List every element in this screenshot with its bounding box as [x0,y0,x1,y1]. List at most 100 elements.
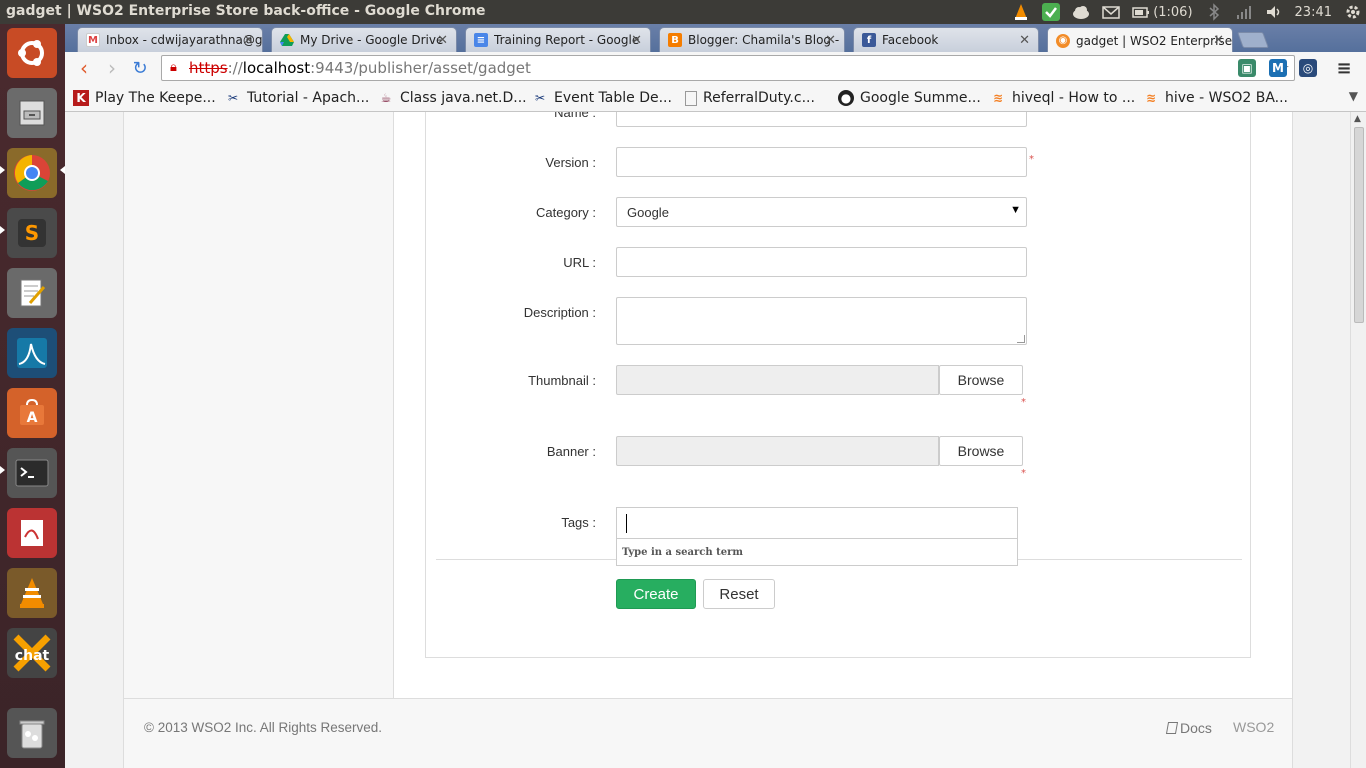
vlc-tray-icon[interactable] [1012,3,1030,21]
banner-label: Banner : [546,444,596,459]
reset-button[interactable]: Reset [703,579,775,609]
tab-close-icon[interactable]: ✕ [243,33,254,48]
ubuntu-logo-icon [18,40,44,66]
browser-toolbar: ‹ › ↻ 🔒︎ https :// localhost :9443/publi… [65,52,1366,84]
bookmark-item[interactable]: ≋ hive - WSO2 BA... [1143,88,1288,108]
system-tray: (1:06) 23:41 [1012,2,1362,22]
name-input[interactable] [616,112,1027,127]
dash-home-button[interactable] [7,28,57,78]
bookmark-item[interactable]: ☕︎ Class java.net.D... [378,88,527,108]
thumbnail-label: Thumbnail : [528,373,596,388]
tab-training-report[interactable]: ≡ Training Report - Google ✕ [465,27,651,52]
tab-close-icon[interactable]: ✕ [825,33,836,48]
launcher-vlc[interactable] [7,568,57,618]
drive-icon [280,33,294,47]
copyright-text: © 2013 WSO2 Inc. All Rights Reserved. [144,720,383,735]
book-icon [1165,722,1179,734]
thumbnail-file-input[interactable] [616,365,939,395]
version-input[interactable] [616,147,1027,177]
launcher-pdf-reader[interactable] [7,508,57,558]
launcher-files[interactable] [7,88,57,138]
file-cabinet-icon [19,100,45,126]
launcher-chrome[interactable] [7,148,57,198]
trash-icon [19,720,45,749]
bookmark-item[interactable]: ReferralDuty.c... [685,88,815,108]
url-input[interactable] [616,247,1027,277]
category-label: Category : [536,205,596,220]
window-title: gadget | WSO2 Enterprise Store back-offi… [6,3,486,19]
tab-close-icon[interactable]: ✕ [437,33,448,48]
network-icon[interactable] [1235,3,1253,21]
extension-image-icon[interactable]: ▣ [1238,59,1256,77]
battery-status[interactable]: (1:06) [1132,3,1193,21]
launcher-terminal[interactable] [7,448,57,498]
extension-m-icon[interactable]: M [1269,59,1287,77]
extension-camera-icon[interactable]: ◎ [1299,59,1317,77]
name-label: Name : [554,112,596,120]
blogger-icon: B [668,33,682,47]
cloud-icon[interactable] [1072,3,1090,21]
clock[interactable]: 23:41 [1295,5,1332,20]
bluetooth-icon[interactable] [1205,3,1223,21]
new-tab-button[interactable] [1237,32,1269,48]
address-bar[interactable]: 🔒︎ https :// localhost :9443/publisher/a… [161,55,1295,81]
launcher-sublime[interactable]: S [7,208,57,258]
text-caret [626,514,627,533]
reload-button[interactable]: ↻ [127,56,153,80]
page-icon [685,90,697,106]
sync-check-icon[interactable] [1042,3,1061,21]
docs-link[interactable]: Docs [1165,720,1212,736]
tab-close-icon[interactable]: ✕ [631,33,642,48]
tab-my-drive[interactable]: My Drive - Google Drive ✕ [271,27,457,52]
chrome-menu-icon[interactable]: ≡ [1335,58,1353,79]
version-required-mark: * [1029,154,1034,165]
bookmark-item[interactable]: ✂ Event Table De... [532,88,672,108]
launcher-xchat[interactable]: chat [7,628,57,678]
wireshark-icon [17,338,47,368]
tab-close-icon[interactable]: ✕ [1019,33,1030,48]
wso2-logo: WSO2 [1233,719,1275,735]
forward-button[interactable]: › [99,56,125,80]
banner-file-input[interactable] [616,436,939,466]
create-button[interactable]: Create [616,579,696,609]
page-scrollbar[interactable]: ▲ [1350,112,1366,768]
scrollbar-thumb[interactable] [1354,127,1364,323]
mail-icon[interactable] [1102,3,1120,21]
tab-label: Facebook [882,33,939,47]
thumbnail-browse-button[interactable]: Browse [939,365,1023,395]
launcher-wireshark[interactable] [7,328,57,378]
resize-handle-icon[interactable] [1017,335,1025,343]
launcher-text-editor[interactable] [7,268,57,318]
launcher-software-center[interactable]: A [7,388,57,438]
thumbnail-required-mark: * [1021,397,1026,408]
tab-gadget-wso2[interactable]: ◉ gadget | WSO2 Enterprise ✕ [1047,27,1233,53]
tab-facebook[interactable]: f Facebook ✕ [853,27,1039,52]
bookmark-item[interactable]: ≋ hiveql - How to ... [990,88,1135,108]
category-selected-value: Google [627,205,669,220]
keeper-icon: K [73,90,89,106]
java-icon: ☕︎ [380,91,392,105]
svg-text:chat: chat [15,648,50,664]
description-textarea[interactable] [616,297,1027,345]
tags-search-hint: Type in a search term [616,538,1018,566]
bookmark-item[interactable]: K Play The Keepe... [73,88,216,108]
bookmark-item[interactable]: ✂ Tutorial - Apach... [225,88,369,108]
bookmark-item[interactable]: ● Google Summe... [838,88,981,108]
bookmarks-overflow-icon[interactable]: ▼ [1349,89,1358,103]
scroll-up-arrow-icon[interactable]: ▲ [1354,114,1361,124]
facebook-icon: f [862,33,876,47]
banner-browse-button[interactable]: Browse [939,436,1023,466]
tab-blogger[interactable]: B Blogger: Chamila's Blog - ( ✕ [659,27,845,52]
tab-inbox[interactable]: M Inbox - cdwijayarathna@g ✕ [77,27,263,52]
launcher-trash[interactable] [7,708,57,758]
wso2-icon: ◉ [1056,33,1070,48]
url-host: localhost [242,59,311,77]
settings-gear-icon[interactable] [1344,3,1362,21]
back-button[interactable]: ‹ [71,56,97,80]
category-select[interactable]: Google ▼ [616,197,1027,227]
create-asset-form: Name : * Version : * Category : Google ▼… [425,112,1251,658]
volume-icon[interactable] [1265,3,1283,21]
tab-close-icon[interactable]: ✕ [1213,33,1224,48]
tags-input[interactable] [616,507,1018,539]
insecure-lock-icon[interactable]: 🔒︎ [170,60,186,76]
